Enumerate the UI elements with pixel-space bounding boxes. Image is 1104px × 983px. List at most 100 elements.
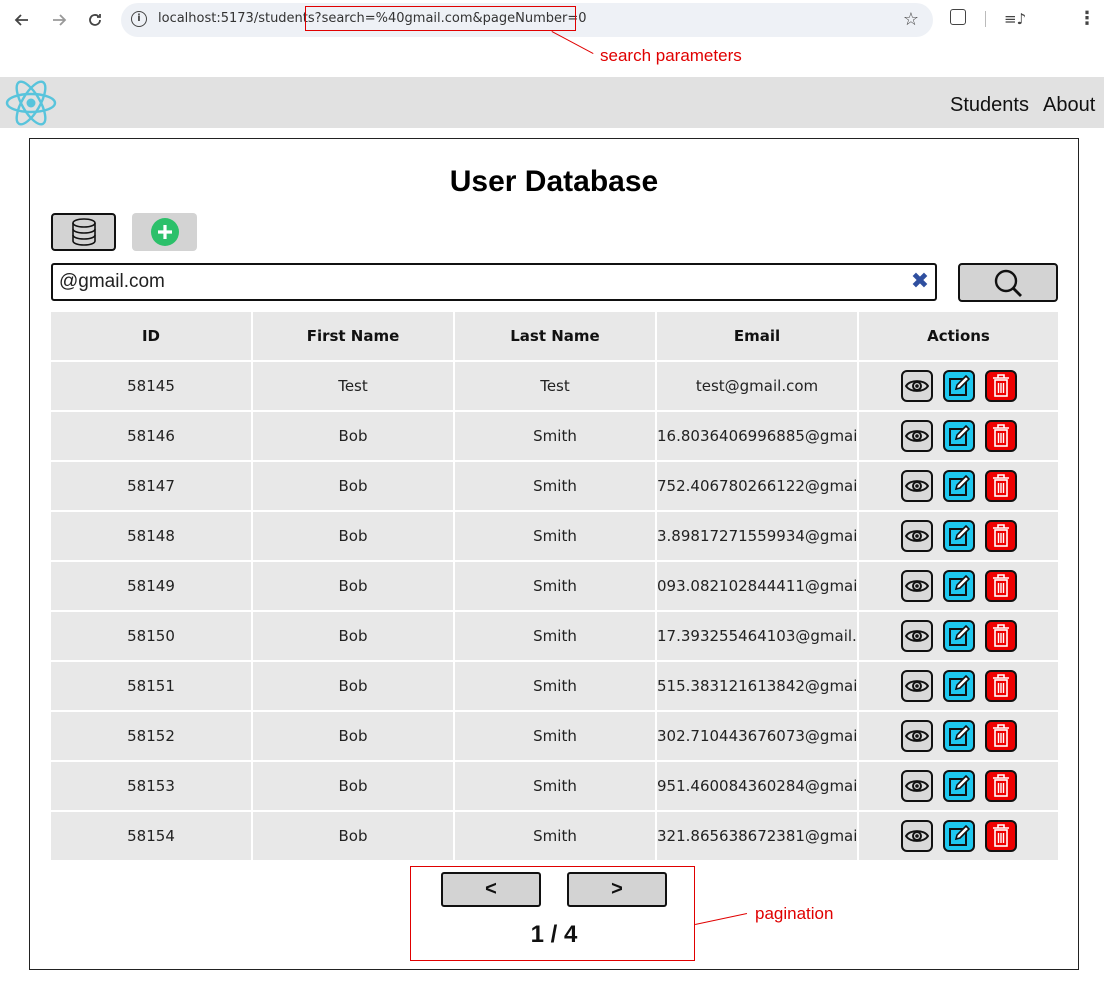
delete-button[interactable]: [984, 720, 1017, 752]
forward-arrow-icon[interactable]: [47, 8, 71, 32]
edit-button[interactable]: [942, 820, 975, 852]
plus-circle-icon: [150, 218, 179, 246]
eye-icon: [904, 378, 929, 394]
eye-icon: [904, 828, 929, 844]
pagination-highlight: [410, 866, 695, 961]
table-row: 58152BobSmith302.710443676073@gmail.co: [51, 712, 1058, 762]
eye-icon: [904, 528, 929, 544]
cell-id: 58150: [51, 612, 251, 660]
database-button[interactable]: [51, 213, 116, 251]
view-button[interactable]: [900, 470, 933, 502]
edit-icon: [948, 475, 970, 497]
header-id: ID: [51, 312, 251, 360]
media-control-icon[interactable]: ≡♪: [1004, 10, 1026, 28]
edit-button[interactable]: [942, 370, 975, 402]
delete-button[interactable]: [984, 470, 1017, 502]
edit-button[interactable]: [942, 620, 975, 652]
search-button[interactable]: [958, 263, 1058, 302]
cell-email: 752.406780266122@gmail.co: [657, 462, 857, 510]
delete-button[interactable]: [984, 620, 1017, 652]
app-navbar: Students About: [0, 77, 1104, 128]
cell-actions: [859, 362, 1058, 410]
cell-first-name: Bob: [253, 462, 453, 510]
nav-link-students[interactable]: Students: [950, 94, 1029, 117]
cell-first-name: Bob: [253, 412, 453, 460]
edit-button[interactable]: [942, 720, 975, 752]
site-info-icon[interactable]: i: [131, 11, 147, 27]
view-button[interactable]: [900, 720, 933, 752]
edit-icon: [948, 825, 970, 847]
cell-actions: [859, 512, 1058, 560]
table-row: 58148BobSmith3.89817271559934@gmail.co: [51, 512, 1058, 562]
add-user-button[interactable]: [132, 213, 197, 251]
view-button[interactable]: [900, 370, 933, 402]
email-text: 093.082102844411@gmail.co: [657, 577, 857, 595]
email-text: 3.89817271559934@gmail.co: [657, 527, 857, 545]
email-text: 321.865638672381@gmail.co: [657, 827, 857, 845]
header-actions: Actions: [859, 312, 1058, 360]
edit-button[interactable]: [942, 470, 975, 502]
cell-last-name: Smith: [455, 462, 655, 510]
trash-icon: [992, 824, 1010, 848]
delete-button[interactable]: [984, 370, 1017, 402]
cell-first-name: Bob: [253, 812, 453, 860]
cell-actions: [859, 562, 1058, 610]
delete-button[interactable]: [984, 570, 1017, 602]
email-text: 951.460084360284@gmail.co: [657, 777, 857, 795]
edit-icon: [948, 375, 970, 397]
edit-button[interactable]: [942, 770, 975, 802]
delete-button[interactable]: [984, 770, 1017, 802]
email-text: 16.8036406996885@gmail.co: [657, 427, 857, 445]
cell-last-name: Smith: [455, 762, 655, 810]
trash-icon: [992, 424, 1010, 448]
email-text: 752.406780266122@gmail.co: [657, 477, 857, 495]
delete-button[interactable]: [984, 420, 1017, 452]
edit-button[interactable]: [942, 520, 975, 552]
trash-icon: [992, 374, 1010, 398]
reload-icon[interactable]: [83, 8, 107, 32]
edit-icon: [948, 575, 970, 597]
react-logo-icon[interactable]: [4, 79, 58, 127]
table-row: 58151BobSmith515.383121613842@gmail.co: [51, 662, 1058, 712]
search-field[interactable]: ✖: [51, 263, 937, 301]
edit-icon: [948, 425, 970, 447]
trash-icon: [992, 574, 1010, 598]
view-button[interactable]: [900, 770, 933, 802]
cell-first-name: Bob: [253, 662, 453, 710]
cell-email: 951.460084360284@gmail.co: [657, 762, 857, 810]
search-icon: [994, 269, 1022, 297]
edit-button[interactable]: [942, 420, 975, 452]
cell-email: 093.082102844411@gmail.co: [657, 562, 857, 610]
view-button[interactable]: [900, 820, 933, 852]
cell-first-name: Bob: [253, 512, 453, 560]
cell-last-name: Smith: [455, 612, 655, 660]
bookmark-star-icon[interactable]: ☆: [903, 9, 919, 30]
eye-icon: [904, 678, 929, 694]
extensions-icon[interactable]: [950, 9, 966, 25]
user-database-panel: User Database ✖ ID First Name: [29, 138, 1079, 970]
trash-icon: [992, 624, 1010, 648]
edit-button[interactable]: [942, 670, 975, 702]
trash-icon: [992, 724, 1010, 748]
delete-button[interactable]: [984, 820, 1017, 852]
edit-button[interactable]: [942, 570, 975, 602]
clear-search-icon[interactable]: ✖: [907, 269, 933, 295]
browser-menu-icon[interactable]: ⋮: [1078, 8, 1096, 29]
view-button[interactable]: [900, 420, 933, 452]
cell-last-name: Smith: [455, 812, 655, 860]
back-arrow-icon[interactable]: [10, 8, 34, 32]
delete-button[interactable]: [984, 670, 1017, 702]
view-button[interactable]: [900, 520, 933, 552]
table-row: 58147BobSmith752.406780266122@gmail.co: [51, 462, 1058, 512]
nav-link-about[interactable]: About: [1043, 94, 1095, 117]
view-button[interactable]: [900, 620, 933, 652]
delete-button[interactable]: [984, 520, 1017, 552]
search-input[interactable]: [59, 270, 899, 294]
view-button[interactable]: [900, 670, 933, 702]
cell-email: test@gmail.com: [657, 362, 857, 410]
eye-icon: [904, 478, 929, 494]
view-button[interactable]: [900, 570, 933, 602]
search-parameters-highlight: [305, 6, 576, 31]
cell-email: 302.710443676073@gmail.co: [657, 712, 857, 760]
table-header-row: ID First Name Last Name Email Actions: [51, 312, 1058, 362]
